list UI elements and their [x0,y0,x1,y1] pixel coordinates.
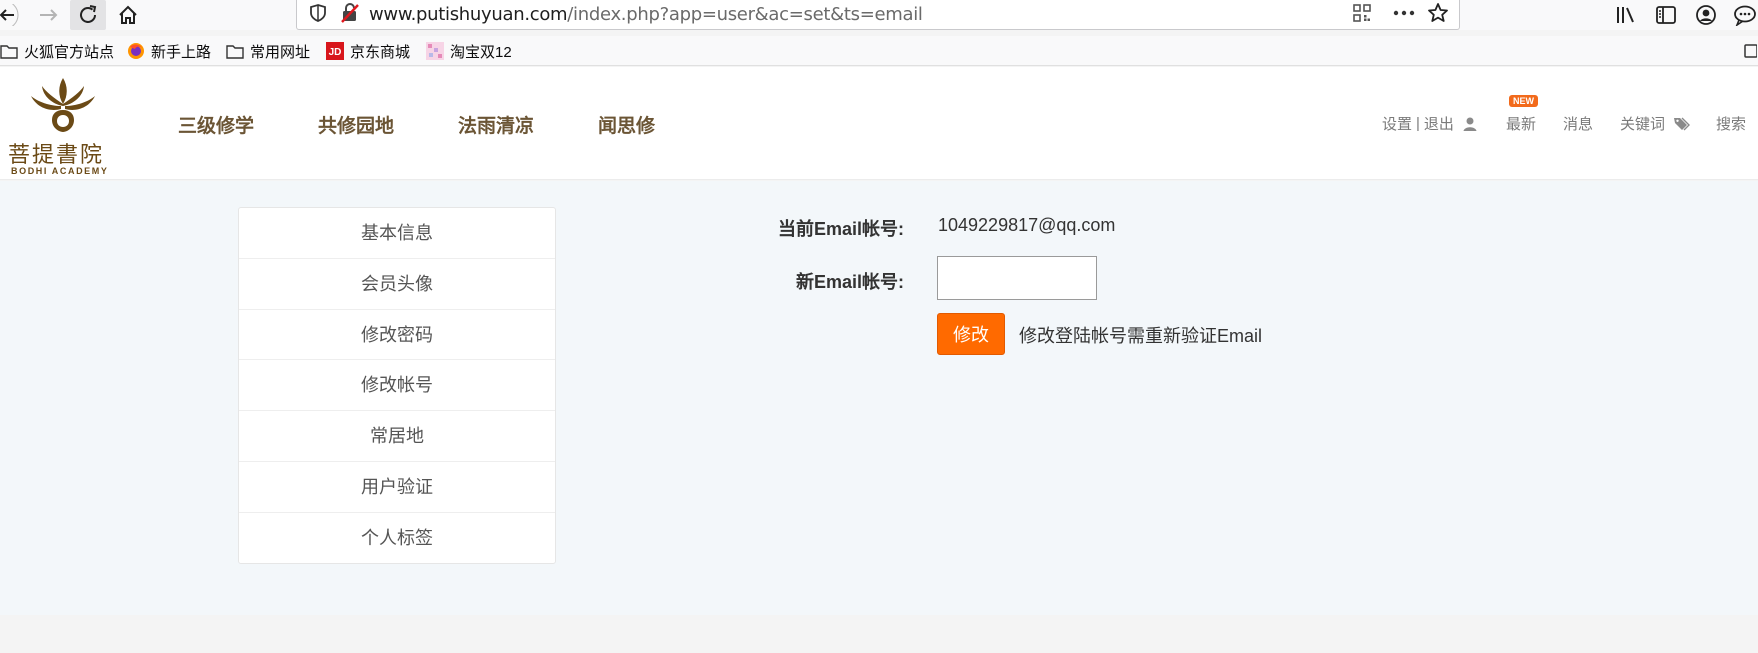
star-icon [1428,3,1448,22]
bookmark-item[interactable]: 常用网址 [226,40,310,62]
back-arrow-icon [0,4,19,26]
forward-button[interactable] [34,0,62,30]
jd-icon: JD [326,42,344,60]
page-actions-button[interactable] [1389,0,1419,28]
user-icon [1463,117,1477,131]
search-label: 搜索 [1716,116,1747,133]
more-dots-icon [1393,10,1415,16]
keywords-label: 关键词 [1620,116,1666,133]
bookmark-label: 火狐官方站点 [24,43,115,61]
taobao-icon [426,42,444,60]
url-path: /index.php?app=user&ac=set&ts=email [567,4,923,25]
library-button[interactable] [1612,0,1640,30]
content-area: 基本信息 会员头像 修改密码 修改帐号 常居地 用户验证 个人标签 当前Emai… [0,181,1758,615]
latest-link[interactable]: 最新 [1506,113,1536,134]
link-separator: | [1416,115,1420,132]
bookmark-star-button[interactable] [1423,0,1453,28]
bookmark-label: 京东商城 [350,43,411,61]
verification-hint: 修改登陆帐号需重新验证Email [1019,326,1263,346]
svg-text:JD: JD [329,47,342,58]
browser-toolbar: www.putishuyuan.com/index.php?app=user&a… [0,0,1758,30]
latest-label: 最新 [1506,116,1537,133]
forward-arrow-icon [40,9,58,21]
lotus-icon [31,78,95,132]
device-icon [1744,44,1757,58]
account-icon [1696,5,1716,25]
nav-item-wensixiu[interactable]: 闻思修 [598,111,655,138]
bookmark-item[interactable]: 火狐官方站点 [0,40,114,62]
library-icon [1617,7,1634,23]
settings-sidebar: 基本信息 会员头像 修改密码 修改帐号 常居地 用户验证 个人标签 [238,207,556,564]
new-email-label: 新Email帐号: [795,272,904,292]
sidebar-item-change-password[interactable]: 修改密码 [239,310,555,361]
nav-item-fayuqingliang[interactable]: 法雨清凉 [458,111,534,138]
qr-code-icon [1353,4,1371,22]
current-email-label: 当前Email帐号: [777,219,904,239]
nav-item-sanjixiuxue[interactable]: 三级修学 [178,111,254,138]
sidebar-icon [1656,6,1676,24]
url-bar[interactable]: www.putishuyuan.com/index.php?app=user&a… [296,0,1460,30]
site-logo[interactable]: 菩提書院 BODHI ACADEMY [6,74,118,176]
current-email-value: 1049229817@qq.com [938,215,1116,235]
qr-code-button[interactable] [1349,0,1375,28]
new-badge: NEW [1509,95,1538,107]
search-link[interactable]: 搜索 [1716,113,1746,134]
bookmarks-bar: 火狐官方站点 新手上路 常用网址 JD 京东商城 淘宝双12 [0,36,1758,66]
sidebar-toggle-button[interactable] [1652,0,1680,30]
shield-icon [310,4,326,22]
keywords-link[interactable]: 关键词 [1620,113,1691,134]
user-links: 设置 | 退出 [1382,113,1478,134]
sidebar-item-residence[interactable]: 常居地 [239,411,555,462]
logo-english-text: BODHI ACADEMY [11,166,109,176]
settings-link[interactable]: 设置 [1382,113,1412,134]
bookmark-item[interactable]: 新手上路 [127,40,211,62]
home-button[interactable] [114,0,142,30]
logo-chinese-text: 菩提書院 [8,143,105,168]
tracking-shield-button[interactable] [303,0,333,28]
messages-label: 消息 [1563,116,1594,133]
sidebar-item-verification[interactable]: 用户验证 [239,462,555,513]
sidebar-item-tags[interactable]: 个人标签 [239,513,555,564]
folder-icon [226,45,244,59]
tags-icon [1674,117,1691,130]
sidebar-item-change-account[interactable]: 修改帐号 [239,360,555,412]
submit-button[interactable]: 修改 [937,313,1005,355]
speech-bubble-icon [1734,5,1756,26]
bookmark-label: 新手上路 [151,43,212,61]
chat-extension-button[interactable] [1732,0,1758,30]
logout-link[interactable]: 退出 [1424,113,1454,134]
folder-icon [0,45,18,59]
site-header: 菩提書院 BODHI ACADEMY 三级修学 共修园地 法雨清凉 闻思修 设置… [0,67,1758,180]
footer-strip [0,615,1758,653]
firefox-icon [128,43,144,59]
other-bookmarks-button[interactable] [1742,40,1758,62]
account-button[interactable] [1692,0,1720,30]
url-host: www.putishuyuan.com [369,4,568,25]
reload-icon [80,5,97,23]
back-button[interactable] [0,0,22,30]
home-icon [119,5,137,24]
insecure-lock-icon [341,3,359,23]
url-text[interactable]: www.putishuyuan.com/index.php?app=user&a… [369,4,923,25]
new-email-input[interactable] [937,256,1097,300]
bookmark-label: 常用网址 [250,43,311,61]
bookmark-item[interactable]: 淘宝双12 [426,40,512,62]
sidebar-item-avatar[interactable]: 会员头像 [239,259,555,310]
bookmark-label: 淘宝双12 [450,43,512,61]
sidebar-item-basic-info[interactable]: 基本信息 [239,208,555,259]
nav-item-gongxiuyuandi[interactable]: 共修园地 [318,111,394,138]
reload-button[interactable] [70,0,106,30]
bookmark-item[interactable]: JD 京东商城 [326,40,410,62]
insecure-connection-button[interactable] [337,0,363,28]
messages-link[interactable]: 消息 [1563,113,1593,134]
